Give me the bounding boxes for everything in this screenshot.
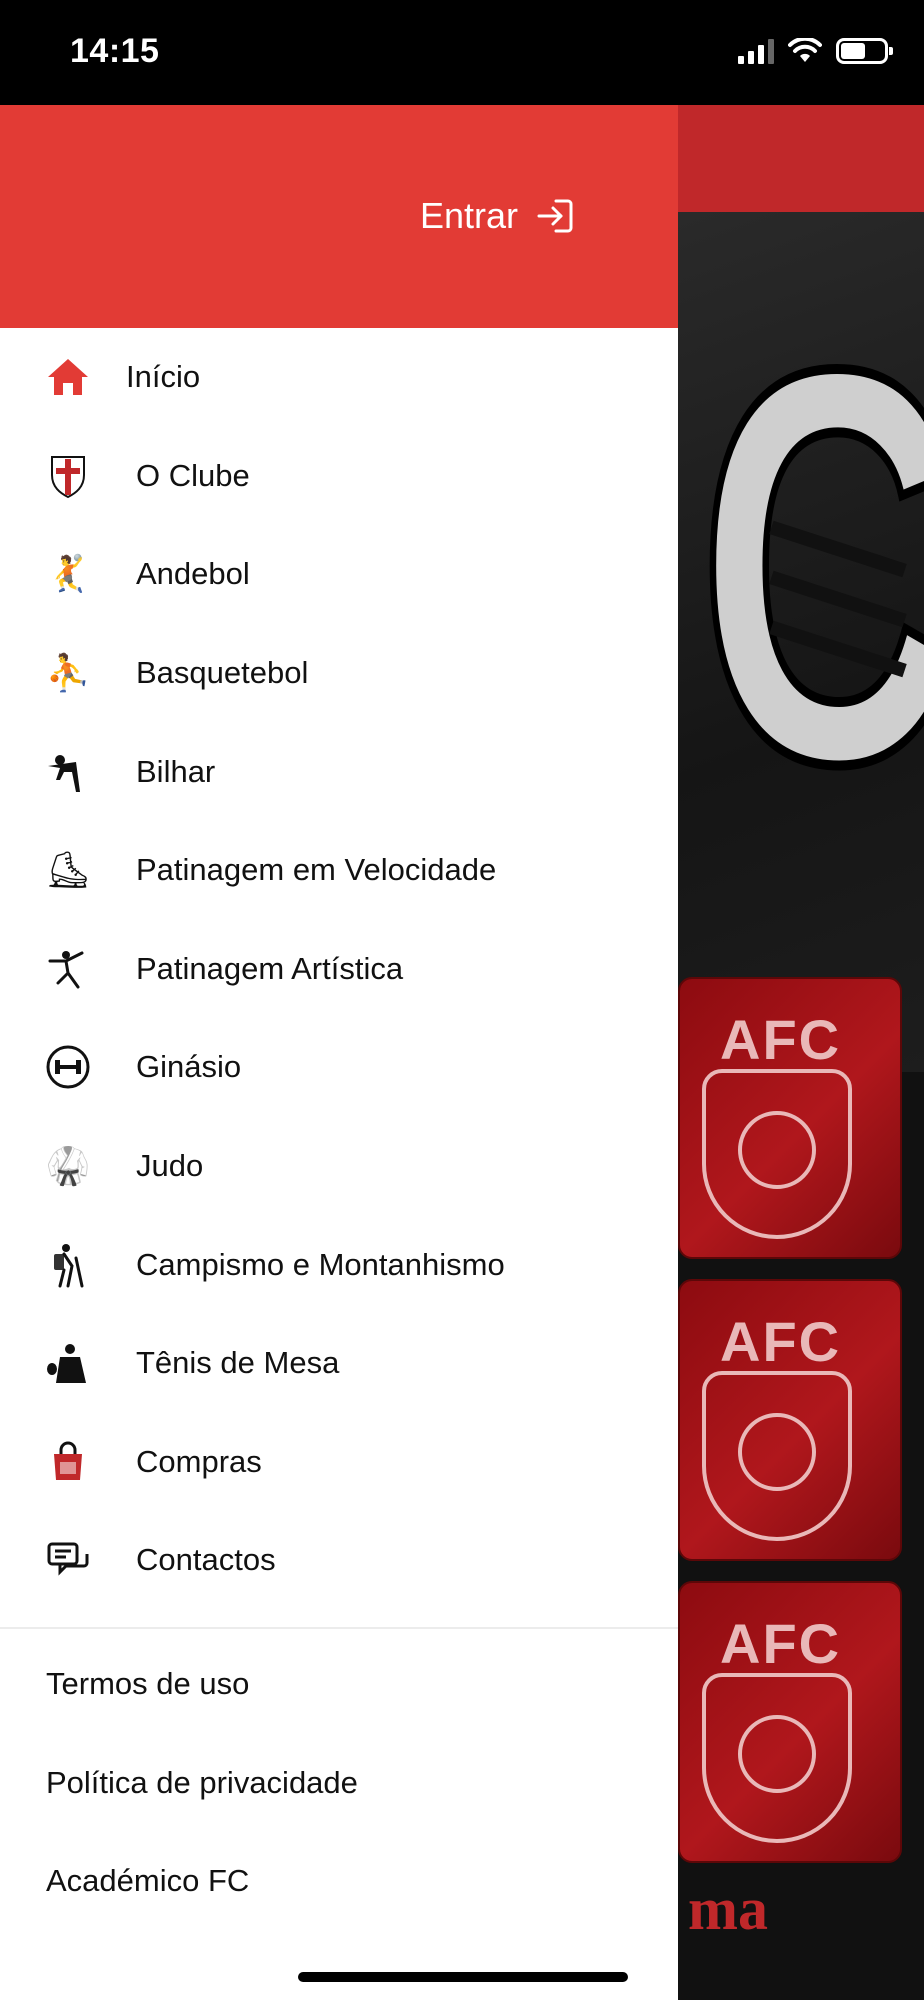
gym-icon: [44, 1043, 92, 1091]
menu-item-label: Andebol: [136, 556, 250, 592]
home-icon: [44, 353, 92, 401]
handball-icon: 🤾: [45, 553, 91, 595]
menu-item-o-clube[interactable]: O Clube: [0, 427, 678, 526]
menu-item-bilhar[interactable]: Bilhar: [0, 722, 678, 821]
battery-icon: [836, 38, 893, 64]
login-button[interactable]: Entrar: [420, 195, 576, 237]
menu-item-patinagem-velocidade[interactable]: ⛸ Patinagem em Velocidade: [0, 821, 678, 920]
hiking-icon: [44, 1241, 92, 1289]
menu-item-label: Tênis de Mesa: [136, 1345, 340, 1381]
menu-item-label: Patinagem em Velocidade: [136, 852, 497, 888]
menu-item-label: Basquetebol: [136, 655, 309, 691]
menu-divider: [0, 1627, 678, 1629]
wifi-icon: [788, 38, 822, 62]
card-title: AFC: [720, 1008, 842, 1071]
background-app: C AFC AFC AFC ma: [678, 105, 924, 2000]
footer-link-termos[interactable]: Termos de uso: [0, 1635, 678, 1734]
drawer-header: Entrar: [0, 105, 678, 328]
menu-item-label: Contactos: [136, 1542, 276, 1578]
login-icon: [537, 199, 573, 233]
menu-item-label: Judo: [136, 1148, 204, 1184]
menu-item-inicio[interactable]: Início: [0, 328, 678, 427]
menu-item-basquetebol[interactable]: ⛹ Basquetebol: [0, 624, 678, 723]
basketball-icon: ⛹: [45, 652, 91, 694]
navigation-drawer: Entrar Início O Clube 🤾 Andebol ⛹ Basque…: [0, 105, 678, 2000]
menu-item-andebol[interactable]: 🤾 Andebol: [0, 525, 678, 624]
background-bottom-text: ma: [688, 1876, 768, 1942]
speed-skating-icon: ⛸: [45, 849, 91, 891]
judo-icon: 🥋: [45, 1145, 91, 1187]
menu-item-label: Campismo e Montanhismo: [136, 1246, 505, 1282]
home-indicator[interactable]: [298, 1972, 628, 1982]
menu-item-label: Patinagem Artística: [136, 950, 404, 986]
menu-item-contactos[interactable]: Contactos: [0, 1511, 678, 1610]
status-bar: 14:15: [0, 0, 924, 105]
footer-links: Termos de uso Política de privacidade Ac…: [0, 1635, 678, 1931]
drawer-menu: Início O Clube 🤾 Andebol ⛹ Basquetebol B…: [0, 328, 678, 1610]
shopping-icon: [44, 1438, 92, 1486]
mountain-icon: [738, 1715, 816, 1793]
menu-item-compras[interactable]: Compras: [0, 1413, 678, 1512]
background-header: [678, 105, 924, 212]
menu-item-label: Bilhar: [136, 753, 216, 789]
sport-card-basketball[interactable]: AFC: [678, 977, 902, 1259]
billiards-icon: [44, 748, 92, 796]
menu-item-judo[interactable]: 🥋 Judo: [0, 1117, 678, 1216]
background-hero: C: [678, 212, 924, 1072]
card-title: AFC: [720, 1310, 842, 1373]
menu-item-label: Compras: [136, 1443, 262, 1479]
sport-card-mountain[interactable]: AFC: [678, 1581, 902, 1863]
menu-item-label: Ginásio: [136, 1049, 242, 1085]
login-label: Entrar: [419, 195, 518, 236]
menu-item-patinagem-artistica[interactable]: Patinagem Artística: [0, 920, 678, 1019]
figure-skating-icon: [44, 945, 92, 993]
menu-item-label: Início: [126, 359, 201, 395]
menu-item-label: O Clube: [136, 457, 250, 493]
card-title: AFC: [720, 1612, 842, 1675]
footer-link-privacidade[interactable]: Política de privacidade: [0, 1734, 678, 1833]
status-icons: [738, 38, 893, 64]
menu-item-campismo[interactable]: Campismo e Montanhismo: [0, 1215, 678, 1314]
club-crest-icon: [44, 452, 92, 500]
roller-skate-icon: [738, 1413, 816, 1491]
contacts-icon: [44, 1536, 92, 1584]
footer-link-academico[interactable]: Académico FC: [0, 1832, 678, 1931]
cellular-signal-icon: [738, 38, 774, 64]
table-tennis-icon: [44, 1339, 92, 1387]
sport-card-skating[interactable]: AFC: [678, 1279, 902, 1561]
status-time: 14:15: [70, 32, 160, 70]
basketball-icon: [738, 1111, 816, 1189]
menu-item-tenis-mesa[interactable]: Tênis de Mesa: [0, 1314, 678, 1413]
menu-item-ginasio[interactable]: Ginásio: [0, 1018, 678, 1117]
